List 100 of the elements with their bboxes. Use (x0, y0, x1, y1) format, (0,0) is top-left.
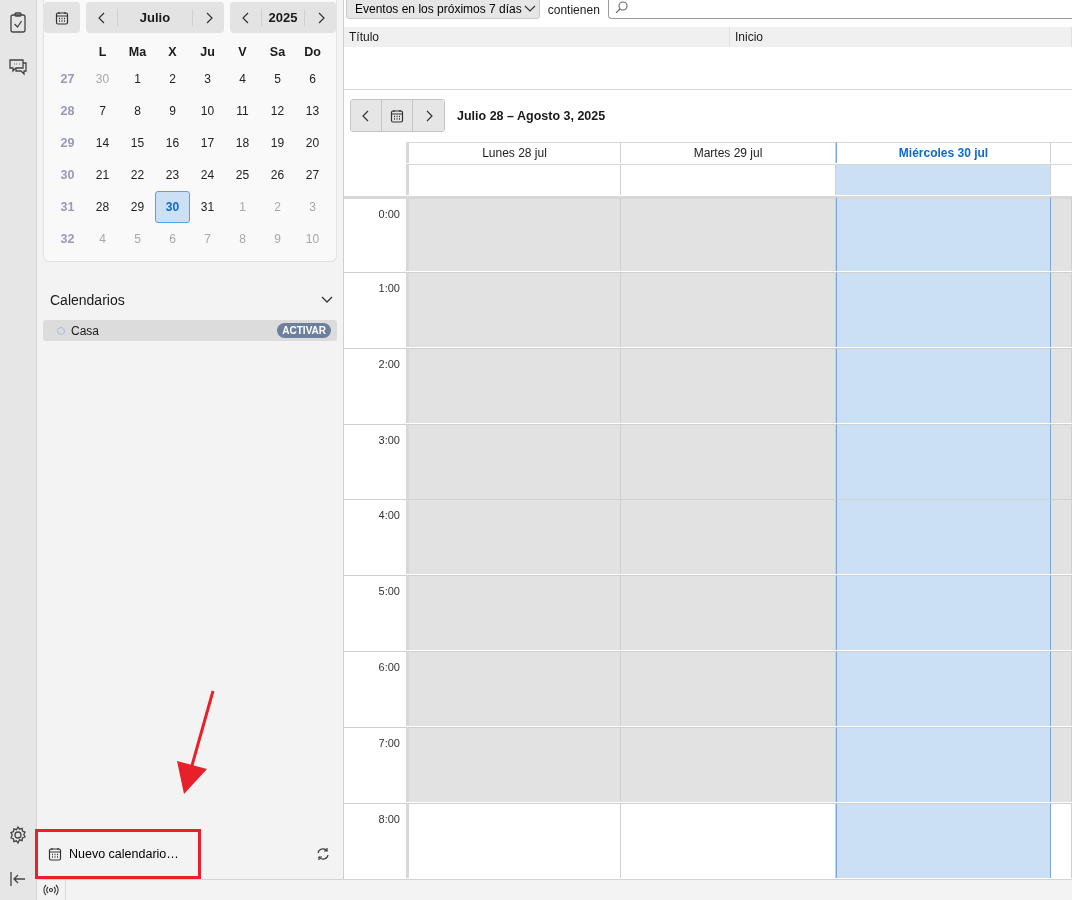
calendar-day[interactable]: 7 (85, 95, 120, 127)
weekday-label: V (237, 44, 248, 61)
calendar-day[interactable]: 24 (190, 159, 225, 191)
calendar-day[interactable]: 17 (190, 127, 225, 159)
calendar-day[interactable]: 13 (295, 95, 330, 127)
time-slot[interactable] (836, 727, 1051, 803)
chevron-down-icon[interactable] (321, 296, 333, 304)
week-number: 29 (59, 135, 76, 152)
time-slot[interactable] (406, 195, 621, 271)
time-slot[interactable] (621, 651, 836, 727)
search-icon (614, 0, 629, 13)
calendar-day[interactable]: 20 (295, 127, 330, 159)
today-button[interactable] (44, 2, 80, 33)
calendar-day[interactable]: 2 (155, 63, 190, 95)
time-slot[interactable] (406, 803, 621, 879)
calendar-day[interactable]: 1 (120, 63, 155, 95)
time-slot[interactable] (406, 347, 621, 423)
calendar-day[interactable]: 15 (120, 127, 155, 159)
time-slot[interactable] (621, 347, 836, 423)
week-number: 31 (59, 199, 76, 216)
time-slot[interactable] (621, 727, 836, 803)
calendar-day[interactable]: 3 (190, 63, 225, 95)
time-slot[interactable] (836, 195, 1051, 271)
calendar-day[interactable]: 31 (190, 191, 225, 223)
time-slot[interactable] (406, 271, 621, 347)
calendar-day[interactable]: 23 (155, 159, 190, 191)
year-label: 2025 (261, 9, 305, 26)
calendar-day[interactable]: 8 (120, 95, 155, 127)
time-slot[interactable] (621, 195, 836, 271)
time-slot[interactable] (1051, 195, 1072, 271)
time-slot[interactable] (406, 575, 621, 651)
search-field[interactable] (607, 0, 1072, 19)
time-slot[interactable] (836, 347, 1051, 423)
clipboard-check-icon[interactable] (8, 12, 28, 34)
time-slot[interactable] (1051, 499, 1072, 575)
chevron-down-icon (523, 4, 536, 13)
time-slot[interactable] (1051, 651, 1072, 727)
calendar-day[interactable]: 14 (85, 127, 120, 159)
week-range-title: Julio 28 – Agosto 3, 2025 (457, 108, 606, 123)
calendar-day[interactable]: 11 (225, 95, 260, 127)
refresh-icon[interactable] (315, 846, 331, 862)
all-day-cell[interactable] (621, 163, 836, 195)
time-slot[interactable] (406, 727, 621, 803)
date-range-dropdown[interactable]: Eventos en los próximos 7 días (346, 0, 540, 19)
day-header[interactable]: Martes 29 jul (621, 142, 836, 163)
calendar-day[interactable]: 12 (260, 95, 295, 127)
weekday-label: Ma (127, 44, 148, 61)
calendar-day[interactable]: 6 (295, 63, 330, 95)
time-slot[interactable] (1051, 575, 1072, 651)
time-slot[interactable] (621, 271, 836, 347)
time-slot[interactable] (836, 423, 1051, 499)
chat-bubbles-icon[interactable] (8, 56, 28, 78)
calendar-day[interactable]: 16 (155, 127, 190, 159)
calendar-day[interactable]: 29 (120, 191, 155, 223)
calendar-day[interactable]: 9 (155, 95, 190, 127)
weekday-label: L (97, 44, 108, 61)
time-slot[interactable] (836, 271, 1051, 347)
calendar-day[interactable]: 30 (155, 191, 190, 223)
time-slot[interactable] (1051, 347, 1072, 423)
day-header[interactable]: Miércoles 30 jul (836, 142, 1051, 163)
today-button[interactable] (382, 100, 413, 131)
weekday-label: X (167, 44, 178, 61)
calendar-name: Casa (71, 323, 100, 338)
filter-label: contienen (547, 2, 600, 17)
time-slot[interactable] (406, 651, 621, 727)
time-slot[interactable] (836, 499, 1051, 575)
time-slot[interactable] (621, 499, 836, 575)
time-slot[interactable] (1051, 423, 1072, 499)
all-day-cell[interactable] (836, 163, 1051, 195)
all-day-cell[interactable] (406, 163, 621, 195)
calendar-day[interactable]: 18 (225, 127, 260, 159)
calendar-day[interactable]: 27 (295, 159, 330, 191)
calendar-day[interactable]: 19 (260, 127, 295, 159)
time-slot[interactable] (621, 423, 836, 499)
time-slot[interactable] (836, 651, 1051, 727)
calendar-day[interactable]: 25 (225, 159, 260, 191)
calendar-day[interactable]: 22 (120, 159, 155, 191)
weekday-label: Sa (268, 44, 287, 61)
time-slot[interactable] (836, 803, 1051, 879)
column-header[interactable]: Inicio (730, 27, 1072, 47)
time-slot[interactable] (1051, 727, 1072, 803)
calendar-day[interactable]: 5 (260, 63, 295, 95)
calendar-day[interactable]: 10 (190, 95, 225, 127)
calendar-day[interactable]: 28 (85, 191, 120, 223)
settings-icon[interactable] (8, 824, 28, 846)
time-slot[interactable] (1051, 271, 1072, 347)
calendar-item[interactable]: Casa ACTIVAR (43, 320, 337, 341)
time-slot[interactable] (836, 575, 1051, 651)
calendar-day[interactable]: 26 (260, 159, 295, 191)
time-slot[interactable] (406, 423, 621, 499)
calendar-day[interactable]: 4 (225, 63, 260, 95)
calendars-heading: Calendarios (50, 292, 125, 308)
calendar-day[interactable]: 21 (85, 159, 120, 191)
activate-button[interactable]: ACTIVAR (277, 323, 331, 338)
column-header[interactable]: Título (344, 27, 730, 47)
time-slot[interactable] (621, 575, 836, 651)
new-calendar-button[interactable]: Nuevo calendario… (48, 847, 179, 861)
time-slot[interactable] (621, 803, 836, 879)
time-slot[interactable] (1051, 803, 1072, 879)
time-slot[interactable] (406, 499, 621, 575)
